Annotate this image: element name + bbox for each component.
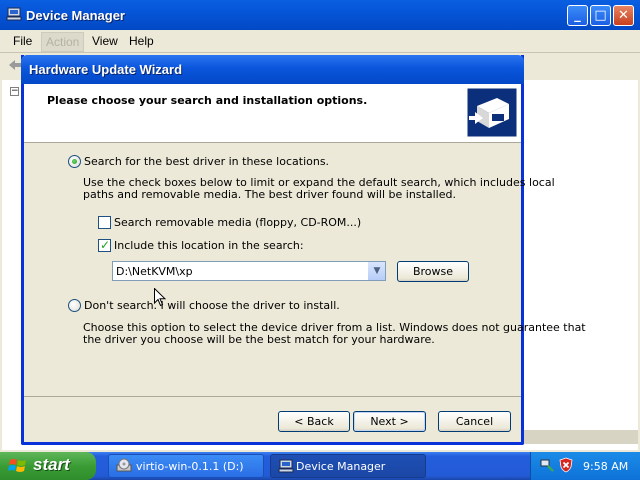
location-dropdown-button[interactable]: ▼	[367, 262, 385, 280]
security-shield-icon[interactable]	[558, 457, 574, 473]
dont-search-description-line2: the driver you choose will be the best m…	[83, 333, 435, 346]
wizard-heading: Please choose your search and installati…	[47, 94, 368, 107]
network-icon[interactable]	[539, 457, 555, 473]
back-button[interactable]: < Back	[278, 411, 350, 432]
cd-drive-icon	[116, 458, 132, 472]
wizard-separator	[24, 396, 521, 397]
back-arrow-icon[interactable]	[8, 58, 22, 72]
include-location-checkbox[interactable]: ✓	[98, 238, 111, 252]
chevron-down-icon: ▼	[373, 266, 381, 276]
search-description-line2: paths and removable media. The best driv…	[83, 188, 456, 201]
include-location-label[interactable]: Include this location in the search:	[114, 239, 304, 252]
tree-collapse-icon[interactable]: −	[10, 87, 19, 96]
search-removable-media-label[interactable]: Search removable media (floppy, CD-ROM..…	[114, 216, 361, 229]
close-button[interactable]: ✕	[613, 5, 634, 26]
minimize-button[interactable]: _	[567, 5, 588, 26]
windows-logo-icon	[8, 459, 26, 472]
close-icon: ✕	[618, 8, 629, 23]
browse-button[interactable]: Browse	[397, 261, 469, 282]
cancel-button[interactable]: Cancel	[438, 411, 511, 432]
horizontal-scrollbar[interactable]	[522, 430, 638, 444]
wizard-title: Hardware Update Wizard	[29, 62, 183, 77]
menu-file[interactable]: File	[13, 34, 32, 48]
system-clock: 9:58 AM	[583, 460, 629, 473]
menu-help[interactable]: Help	[129, 34, 154, 48]
maximize-icon: □	[594, 8, 607, 23]
device-manager-title: Device Manager	[26, 8, 125, 23]
mouse-cursor-icon	[154, 288, 166, 307]
checkmark-icon: ✓	[100, 238, 111, 252]
minimize-icon: _	[574, 8, 581, 23]
hardware-wizard-icon	[467, 88, 517, 137]
maximize-button[interactable]: □	[590, 5, 611, 26]
wizard-header	[24, 84, 521, 143]
taskbar-item-virtio-win-label: virtio-win-0.1.1 (D:)	[136, 460, 244, 473]
next-button[interactable]: Next >	[353, 411, 426, 432]
start-label: start	[33, 455, 70, 474]
device-manager-icon	[278, 459, 294, 473]
computer-icon	[6, 7, 22, 21]
search-best-driver-radio[interactable]	[68, 155, 81, 168]
search-removable-media-checkbox[interactable]	[98, 216, 111, 229]
location-path-value[interactable]: D:\NetKVM\xp	[116, 265, 193, 278]
taskbar-item-device-manager-label: Device Manager	[296, 460, 386, 473]
search-best-driver-label[interactable]: Search for the best driver in these loca…	[84, 155, 329, 168]
dont-search-radio[interactable]	[68, 299, 81, 312]
menu-view[interactable]: View	[92, 34, 118, 48]
dont-search-label[interactable]: Don't search. I will choose the driver t…	[84, 299, 340, 312]
menu-action[interactable]: Action	[41, 32, 85, 52]
